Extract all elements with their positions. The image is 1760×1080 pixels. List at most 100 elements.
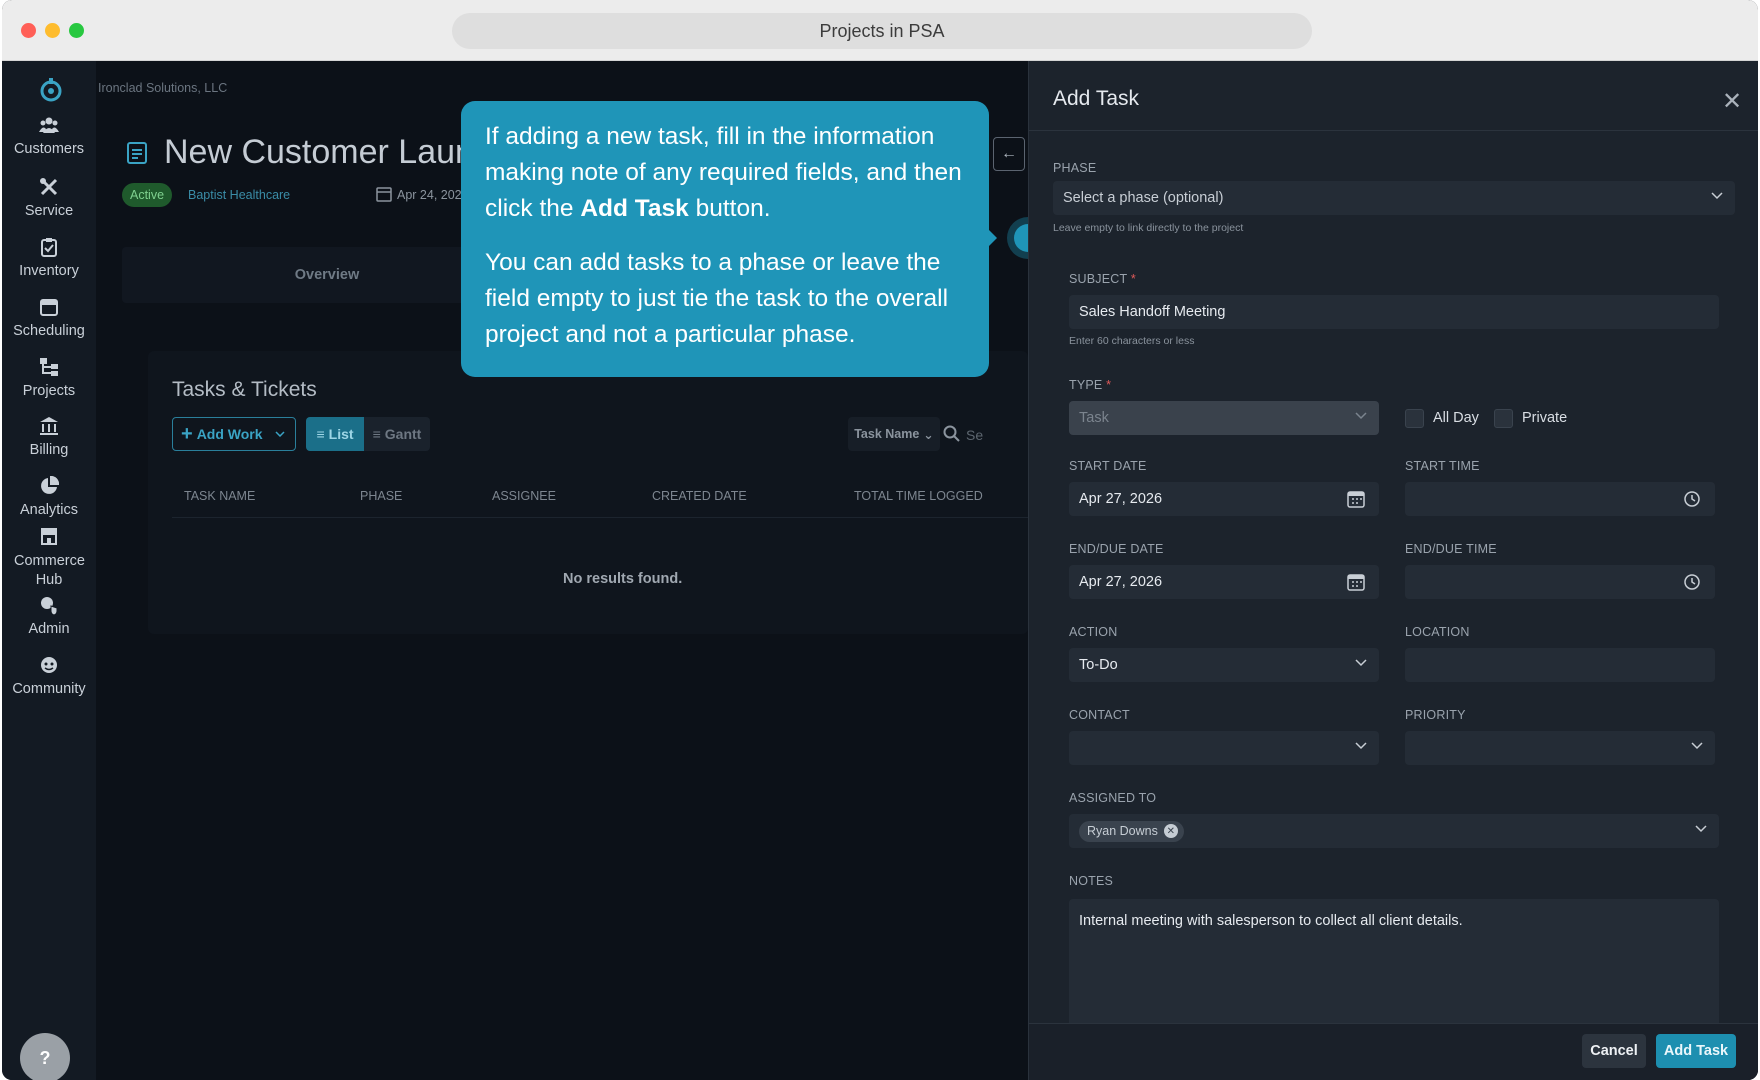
people-icon [39, 117, 59, 133]
contact-select[interactable] [1069, 731, 1379, 765]
sidebar-item-label: Scheduling [13, 323, 85, 339]
action-select[interactable]: To-Do [1069, 648, 1379, 682]
type-select[interactable]: Task [1069, 401, 1379, 435]
chevron-down-icon [1355, 659, 1367, 667]
location-input[interactable] [1405, 648, 1715, 682]
sidebar-item-service[interactable]: Service [2, 177, 96, 219]
page-title: New Customer Laun [164, 133, 474, 171]
search-icon[interactable] [943, 425, 961, 443]
phase-label: PHASE [1053, 161, 1097, 175]
column-header-phase[interactable]: PHASE [360, 489, 402, 503]
tooltip-paragraph-2: You can add tasks to a phase or leave th… [485, 249, 949, 348]
sidebar-item-projects[interactable]: Projects [2, 357, 96, 399]
column-header-task-name[interactable]: TASK NAME [184, 489, 255, 503]
close-icon[interactable]: ✕ [1722, 87, 1742, 116]
sidebar-item-community[interactable]: Community [2, 655, 96, 697]
phase-placeholder: Select a phase (optional) [1063, 190, 1224, 206]
calendar-icon[interactable] [1347, 573, 1365, 591]
end-date-label: END/DUE DATE [1069, 542, 1164, 556]
gantt-icon: ≡ [372, 426, 381, 442]
sort-select[interactable]: Task Name ⌄ [848, 417, 940, 451]
sidebar-item-admin[interactable]: Admin [2, 595, 96, 637]
chevron-down-icon [1695, 825, 1707, 833]
sidebar-item-analytics[interactable]: Analytics [2, 476, 96, 518]
start-date-value: Apr 27, 2026 [1079, 491, 1163, 507]
all-day-checkbox[interactable] [1405, 409, 1424, 428]
tooltip-emphasis: Add Task [580, 195, 689, 222]
plus-icon: + [181, 422, 193, 445]
chevron-down-icon [1711, 192, 1723, 200]
assignee-chip: Ryan Downs ✕ [1079, 820, 1184, 842]
sidebar: Customers Service Inventory Scheduling P… [2, 61, 96, 1080]
clock-icon[interactable] [1683, 490, 1701, 508]
close-window-button[interactable] [21, 23, 36, 38]
chevron-down-icon [1355, 742, 1367, 750]
chevron-down-icon [1355, 412, 1367, 420]
end-date-input[interactable]: Apr 27, 2026 [1069, 565, 1379, 599]
private-checkbox[interactable] [1494, 409, 1513, 428]
notes-textarea[interactable]: Internal meeting with salesperson to col… [1069, 899, 1719, 1029]
section-title: Tasks & Tickets [172, 378, 317, 401]
column-header-total-time[interactable]: TOTAL TIME LOGGED [854, 489, 983, 503]
type-value: Task [1079, 410, 1109, 426]
end-date-value: Apr 27, 2026 [1079, 574, 1163, 590]
add-work-button[interactable]: + Add Work [172, 417, 296, 451]
type-label-text: TYPE [1069, 378, 1103, 392]
search-input[interactable]: Se [966, 427, 983, 443]
maximize-window-button[interactable] [69, 23, 84, 38]
type-label: TYPE * [1069, 378, 1111, 392]
cancel-button[interactable]: Cancel [1582, 1034, 1646, 1068]
add-work-label: Add Work [196, 426, 263, 442]
chevron-down-icon [1691, 742, 1703, 750]
back-arrow-button[interactable]: ← [993, 137, 1025, 171]
tasks-card: Tasks & Tickets + Add Work ≡ List ≡ Gantt … [148, 351, 1028, 634]
end-time-input[interactable] [1405, 565, 1715, 599]
notes-label: NOTES [1069, 874, 1114, 888]
priority-label: PRIORITY [1405, 708, 1466, 722]
list-icon: ≡ [316, 426, 325, 442]
sidebar-item-label: Community [12, 681, 86, 697]
gantt-view-button[interactable]: ≡ Gantt [364, 417, 430, 451]
add-task-button[interactable]: Add Task [1656, 1034, 1736, 1068]
start-time-input[interactable] [1405, 482, 1715, 516]
sidebar-item-commerce-hub[interactable]: Commerce Hub [2, 526, 96, 590]
calendar-icon[interactable] [1347, 490, 1365, 508]
column-header-assignee[interactable]: ASSIGNEE [492, 489, 556, 503]
assigned-to-label: ASSIGNED TO [1069, 791, 1157, 805]
required-mark: * [1106, 378, 1112, 392]
drawer-header: Add Task ✕ [1029, 61, 1758, 131]
column-header-created-date[interactable]: CREATED DATE [652, 489, 747, 503]
subject-input[interactable]: Sales Handoff Meeting [1069, 295, 1719, 329]
all-day-label: All Day [1433, 410, 1479, 426]
start-date-label: START DATE [1069, 459, 1147, 473]
sidebar-item-customers[interactable]: Customers [2, 115, 96, 157]
title-bar: Projects in PSA [2, 0, 1758, 61]
subject-label-text: SUBJECT [1069, 272, 1128, 286]
action-label: ACTION [1069, 625, 1118, 639]
minimize-window-button[interactable] [45, 23, 60, 38]
required-mark: * [1130, 272, 1136, 286]
customer-link[interactable]: Baptist Healthcare [188, 188, 290, 202]
calendar-icon [376, 187, 392, 202]
help-button[interactable]: ? [20, 1033, 70, 1080]
sidebar-item-billing[interactable]: Billing [2, 416, 96, 458]
remove-chip-icon[interactable]: ✕ [1163, 824, 1178, 838]
app-logo-icon[interactable] [38, 77, 64, 103]
sidebar-item-scheduling[interactable]: Scheduling [2, 297, 96, 339]
sidebar-item-inventory[interactable]: Inventory [2, 237, 96, 279]
assignee-name: Ryan Downs [1087, 824, 1158, 838]
start-date-input[interactable]: Apr 27, 2026 [1069, 482, 1379, 516]
assigned-to-select[interactable]: Ryan Downs ✕ [1069, 814, 1719, 848]
phase-select[interactable]: Select a phase (optional) [1053, 181, 1735, 215]
add-task-drawer: Add Task ✕ PHASE Select a phase (optiona… [1028, 61, 1758, 1080]
sort-label: Task Name [854, 427, 920, 441]
empty-state: No results found. [563, 571, 683, 587]
app-window: Projects in PSA Customers Service Invent… [2, 0, 1758, 1080]
clock-icon[interactable] [1683, 573, 1701, 591]
sidebar-item-label: Admin [28, 621, 70, 637]
list-view-button[interactable]: ≡ List [306, 417, 364, 451]
status-badge: Active [122, 183, 173, 207]
contact-label: CONTACT [1069, 708, 1130, 722]
subject-label: SUBJECT * [1069, 272, 1136, 286]
priority-select[interactable] [1405, 731, 1715, 765]
